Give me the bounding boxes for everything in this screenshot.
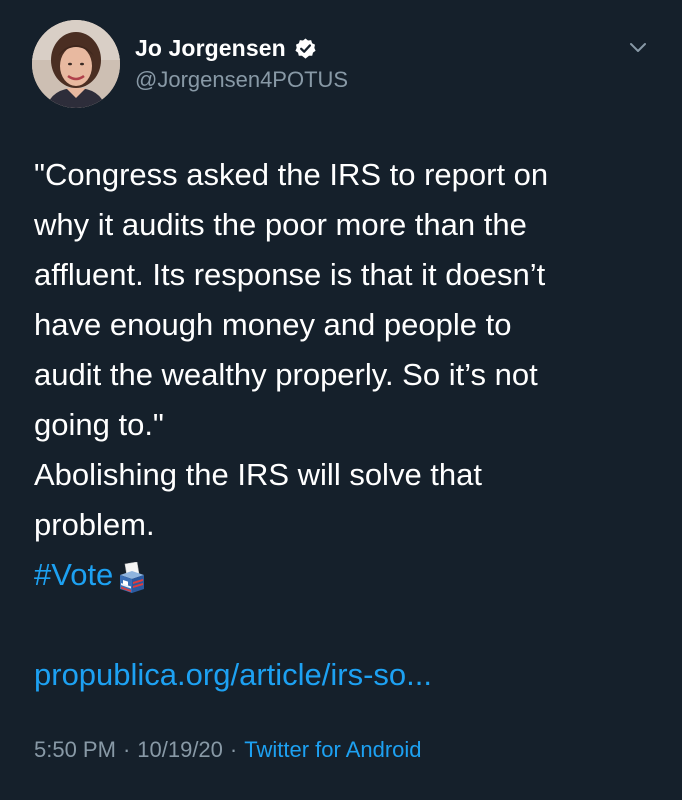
tweet-text-line: have enough money and people to — [34, 307, 512, 342]
tweet-card[interactable]: Jo Jorgensen @Jorgensen4POTUS "Congress … — [0, 0, 682, 800]
verified-badge-icon — [294, 37, 317, 60]
hashtag-row: #Vote — [34, 550, 654, 600]
tweet-time[interactable]: 5:50 PM — [34, 737, 116, 763]
tweet-source-link[interactable]: Twitter for Android — [244, 737, 421, 763]
hashtag-link[interactable]: #Vote — [34, 550, 113, 600]
meta-separator: · — [122, 737, 131, 762]
tweet-meta: 5:50 PM · 10/19/20 · Twitter for Android — [34, 737, 422, 763]
tweet-header: Jo Jorgensen @Jorgensen4POTUS — [32, 20, 652, 110]
tweet-text-line: Abolishing the IRS will solve that — [34, 457, 483, 492]
author-names: Jo Jorgensen @Jorgensen4POTUS — [135, 33, 348, 93]
handle[interactable]: @Jorgensen4POTUS — [135, 67, 348, 93]
display-name-row: Jo Jorgensen — [135, 33, 348, 63]
tweet-text-line: audit the wealthy properly. So it’s not — [34, 357, 538, 392]
tweet-text-line: going to." — [34, 407, 164, 442]
chevron-down-icon[interactable] — [624, 34, 652, 62]
avatar[interactable] — [32, 20, 120, 108]
tweet-text-line: why it audits the poor more than the — [34, 207, 527, 242]
avatar-image — [32, 20, 120, 108]
meta-separator: · — [229, 737, 238, 762]
divider — [32, 712, 652, 713]
tweet-text: "Congress asked the IRS to report on why… — [34, 150, 654, 600]
tweet-text-line: "Congress asked the IRS to report on — [34, 157, 549, 192]
article-link[interactable]: propublica.org/article/irs-so... — [34, 650, 432, 700]
display-name[interactable]: Jo Jorgensen — [135, 35, 286, 62]
tweet-date[interactable]: 10/19/20 — [137, 737, 223, 763]
tweet-text-line: affluent. Its response is that it doesn’… — [34, 257, 546, 292]
ballot-box-icon — [117, 559, 147, 593]
tweet-text-line: problem. — [34, 507, 155, 542]
